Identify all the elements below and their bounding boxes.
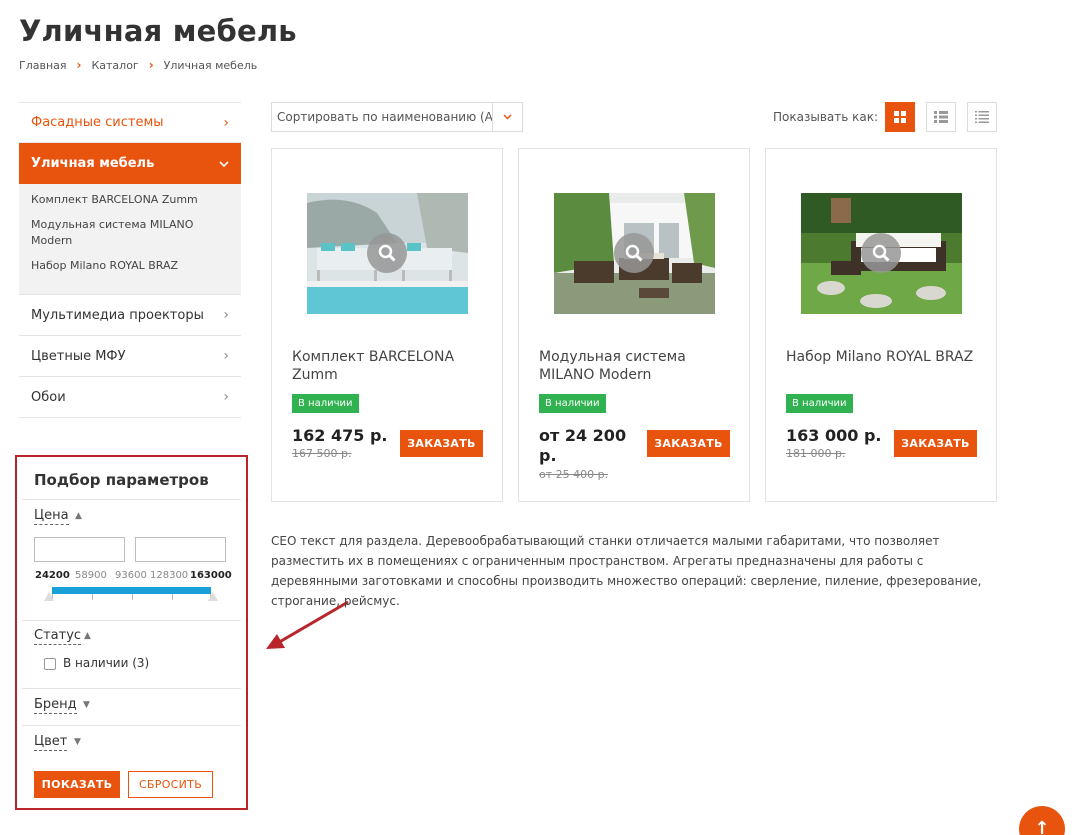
- chevron-right-icon: ›: [148, 58, 154, 72]
- sidebar-item-label: Мультимедиа проекторы: [31, 307, 204, 323]
- sidebar-item-label: Обои: [31, 389, 66, 405]
- caret-down-icon[interactable]: ▼: [83, 700, 90, 710]
- product-card[interactable]: Модульная система MILANO Modern В наличи…: [518, 148, 750, 502]
- product-name[interactable]: Комплект BARCELONA Zumm: [292, 348, 482, 384]
- list-icon: [934, 111, 948, 123]
- price-range-bar[interactable]: [52, 587, 211, 594]
- stock-badge: В наличии: [786, 394, 853, 413]
- sort-select[interactable]: Сортировать по наименованию (А: [271, 102, 523, 132]
- divider: [22, 620, 241, 621]
- sidebar-item-color-mfp[interactable]: Цветные МФУ ›: [19, 336, 241, 377]
- chevron-right-icon: ›: [223, 307, 229, 323]
- product-name[interactable]: Набор Milano ROYAL BRAZ: [786, 348, 976, 366]
- submenu-item-milano-royal[interactable]: Набор Milano ROYAL BRAZ: [31, 258, 229, 274]
- sort-value: Сортировать по наименованию (А: [277, 110, 492, 124]
- filter-color-label[interactable]: Цвет: [34, 734, 68, 751]
- caret-down-icon[interactable]: ▼: [74, 737, 81, 747]
- price-min-input[interactable]: [34, 537, 125, 562]
- in-stock-checkbox[interactable]: [44, 658, 56, 670]
- divider: [22, 499, 241, 500]
- breadcrumb: Главная › Каталог › Уличная мебель: [19, 58, 257, 72]
- sidebar-menu: Фасадные системы › Уличная мебель Компле…: [19, 102, 241, 418]
- product-card[interactable]: Набор Milano ROYAL BRAZ В наличии 163 00…: [765, 148, 997, 502]
- filter-brand-label[interactable]: Бренд: [34, 697, 77, 714]
- scroll-top-button[interactable]: ↑: [1019, 806, 1065, 835]
- stock-badge: В наличии: [292, 394, 359, 413]
- sidebar-item-wallpaper[interactable]: Обои ›: [19, 377, 241, 418]
- order-button[interactable]: ЗАКАЗАТЬ: [894, 430, 977, 457]
- caret-up-icon[interactable]: ▲: [84, 631, 91, 641]
- old-price: 167 500 р.: [292, 447, 352, 460]
- filter-panel: Подбор параметров Цена ▲ 24200 58900 936…: [15, 455, 248, 810]
- chevron-right-icon: ›: [223, 114, 229, 131]
- range-handle-min[interactable]: [44, 592, 54, 601]
- sidebar-item-outdoor-furniture[interactable]: Уличная мебель: [19, 143, 241, 184]
- range-handle-max[interactable]: [208, 592, 218, 601]
- chevron-down-icon[interactable]: [492, 103, 522, 131]
- product-price: 163 000 р.: [786, 426, 882, 445]
- filter-price-label[interactable]: Цена: [34, 508, 69, 525]
- sidebar-item-label: Фасадные системы: [31, 115, 164, 130]
- zoom-icon[interactable]: [367, 233, 407, 273]
- seo-text: СЕО текст для раздела. Деревообрабатываю…: [271, 534, 982, 608]
- page-title: Уличная мебель: [19, 14, 297, 48]
- view-grid-button[interactable]: [885, 102, 915, 132]
- submenu-item-milano-modern[interactable]: Модульная система MILANO Modern: [31, 217, 229, 249]
- old-price: от 25 400 р.: [539, 468, 609, 481]
- table-icon: [975, 111, 989, 123]
- filter-status-label[interactable]: Статус: [34, 628, 82, 645]
- view-label: Показывать как:: [773, 110, 879, 124]
- chevron-right-icon: ›: [223, 348, 229, 364]
- filter-title: Подбор параметров: [34, 471, 209, 489]
- product-price: от 24 200 р.: [539, 426, 627, 465]
- product-image[interactable]: [801, 193, 962, 314]
- tick-label: 58900: [75, 570, 107, 581]
- product-card[interactable]: Комплект BARCELONA Zumm В наличии 162 47…: [271, 148, 503, 502]
- sidebar-item-label: Цветные МФУ: [31, 348, 126, 364]
- order-button[interactable]: ЗАКАЗАТЬ: [400, 430, 483, 457]
- breadcrumb-home[interactable]: Главная: [19, 59, 67, 72]
- tick-label: 93600: [115, 570, 147, 581]
- sidebar-submenu: Комплект BARCELONA Zumm Модульная систем…: [19, 184, 241, 295]
- product-image[interactable]: [307, 193, 468, 314]
- sidebar-item-projectors[interactable]: Мультимедиа проекторы ›: [19, 295, 241, 336]
- zoom-icon[interactable]: [614, 233, 654, 273]
- sidebar-item-facade[interactable]: Фасадные системы ›: [19, 102, 241, 143]
- chevron-down-icon: [219, 156, 229, 172]
- show-button[interactable]: ПОКАЗАТЬ: [34, 771, 120, 798]
- tick-label: 163000: [190, 570, 232, 581]
- breadcrumb-current: Уличная мебель: [163, 58, 258, 72]
- order-button[interactable]: ЗАКАЗАТЬ: [647, 430, 730, 457]
- caret-up-icon[interactable]: ▲: [75, 511, 82, 521]
- old-price: 181 000 р.: [786, 447, 846, 460]
- submenu-item-barcelona[interactable]: Комплект BARCELONA Zumm: [31, 192, 229, 208]
- breadcrumb-catalog[interactable]: Каталог: [91, 59, 138, 72]
- divider: [22, 688, 241, 689]
- chevron-right-icon: ›: [76, 58, 82, 72]
- product-price: 162 475 р.: [292, 426, 388, 445]
- tick-label: 24200: [35, 570, 70, 581]
- view-table-button[interactable]: [967, 102, 997, 132]
- price-range-grid: [52, 594, 211, 600]
- price-max-input[interactable]: [135, 537, 226, 562]
- product-name[interactable]: Модульная система MILANO Modern: [539, 348, 729, 384]
- view-list-button[interactable]: [926, 102, 956, 132]
- chevron-right-icon: ›: [223, 389, 229, 405]
- tick-label: 128300: [150, 570, 189, 581]
- product-image[interactable]: [554, 193, 715, 314]
- reset-button[interactable]: СБРОСИТЬ: [128, 771, 213, 798]
- arrow-up-icon: ↑: [1034, 818, 1050, 835]
- stock-badge: В наличии: [539, 394, 606, 413]
- zoom-icon[interactable]: [861, 233, 901, 273]
- sidebar-item-label: Уличная мебель: [31, 156, 155, 171]
- in-stock-label[interactable]: В наличии (3): [63, 656, 149, 670]
- divider: [22, 725, 241, 726]
- grid-icon: [894, 111, 906, 123]
